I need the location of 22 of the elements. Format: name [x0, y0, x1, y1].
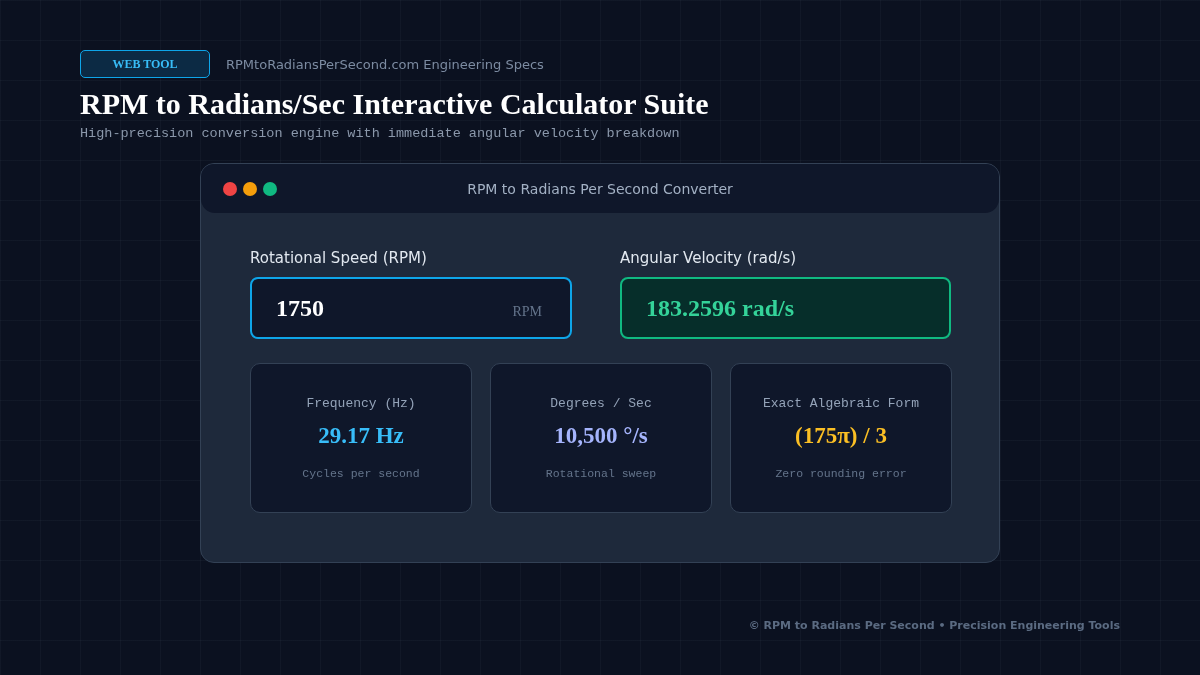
window-control-icon[interactable]	[223, 181, 237, 196]
site-name: RPMtoRadiansPerSecond.com Engineering Specs	[226, 56, 544, 72]
result-value: 10,500 °/s	[554, 423, 648, 449]
result-note: Rotational sweep	[545, 467, 657, 480]
result-label: Degrees / Sec	[550, 396, 652, 411]
window-control-icon[interactable]	[263, 181, 277, 196]
result-note: Cycles per second	[302, 467, 420, 480]
web-tool-badge: WEB TOOL	[80, 50, 210, 78]
result-note: Zero rounding error	[775, 467, 907, 480]
result-value: 29.17 Hz	[318, 423, 404, 449]
window-control-icon[interactable]	[243, 181, 257, 196]
result-label: Frequency (Hz)	[306, 396, 416, 411]
result-label: Exact Algebraic Form	[763, 396, 919, 411]
page-subtitle: High-precision conversion engine with immediate angular velocity breakdown	[80, 126, 681, 141]
page-title: RPM to Radians/Sec Interactive Calculator Suite	[80, 86, 710, 122]
footer-text: © RPM to Radians Per Second • Precision Engineering Tools	[748, 619, 1120, 632]
angular-velocity-output: 183.2596 rad/s	[620, 277, 951, 339]
field-label: Angular Velocity (rad/s)	[620, 249, 798, 267]
field-label: Rotational Speed (RPM)	[250, 249, 428, 267]
result-value: (175π) / 3	[795, 423, 887, 449]
window-title: RPM to Radians Per Second Converter	[467, 180, 733, 197]
rpm-input-field[interactable]: 1750 RPM	[250, 277, 572, 339]
